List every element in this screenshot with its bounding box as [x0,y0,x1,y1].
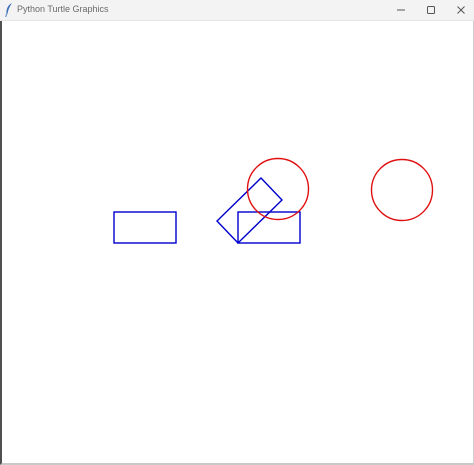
close-icon [457,6,465,14]
red-circle-right [370,158,434,222]
title-bar[interactable]: Python Turtle Graphics [0,0,474,21]
feather-icon [5,3,12,17]
drawing-surface [113,157,434,244]
minimize-icon [397,9,405,11]
maximize-button[interactable] [416,0,446,20]
blue-rotated-rectangle [216,177,283,244]
close-button[interactable] [446,0,474,20]
turtle-window: Python Turtle Graphics [0,0,474,465]
turtle-canvas[interactable] [0,21,474,465]
window-title: Python Turtle Graphics [17,4,109,14]
blue-rectangle-left [113,211,177,244]
red-circle-overlapping [246,157,310,221]
minimize-button[interactable] [386,0,416,20]
maximize-icon [427,6,435,14]
